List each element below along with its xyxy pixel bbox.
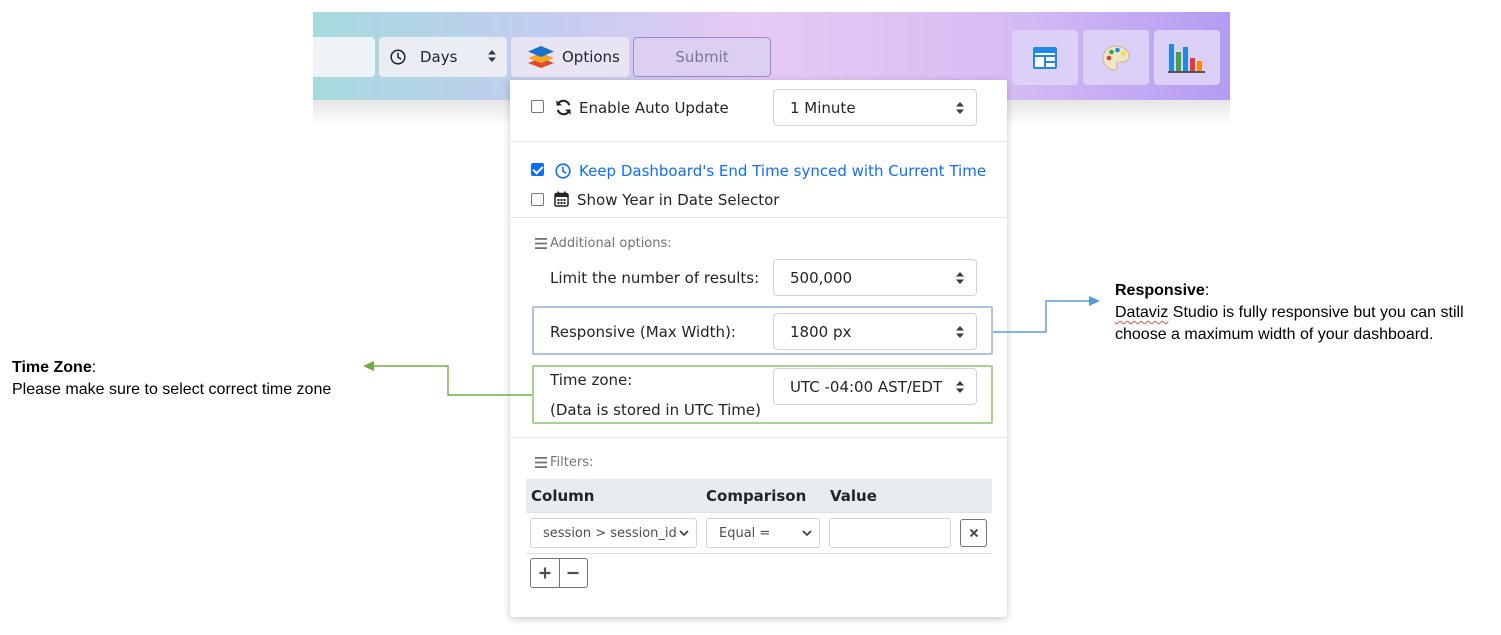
responsive-annotation-text: Studio is fully responsive but you can s… [1168, 304, 1464, 321]
responsive-annotation-line2: choose a maximum width of your dashboard… [1115, 326, 1434, 343]
misspelled-word: Dataviz [1115, 304, 1169, 321]
timezone-connector [372, 365, 532, 396]
timezone-annotation-heading: Time Zone [12, 359, 92, 376]
timezone-annotation-title: Time Zone: [12, 359, 96, 377]
responsive-annotation-colon: : [1204, 282, 1210, 299]
responsive-annotation-title: Responsive: [1115, 282, 1209, 300]
responsive-annotation-line1: Dataviz Studio is fully responsive but y… [1115, 302, 1464, 324]
responsive-connector [993, 300, 1090, 333]
arrowhead-icon [363, 361, 374, 371]
arrowhead-icon [1089, 296, 1100, 306]
timezone-annotation-text: Please make sure to select correct time … [12, 381, 332, 398]
timezone-annotation-colon: : [91, 359, 97, 376]
responsive-annotation-heading: Responsive [1115, 282, 1205, 299]
